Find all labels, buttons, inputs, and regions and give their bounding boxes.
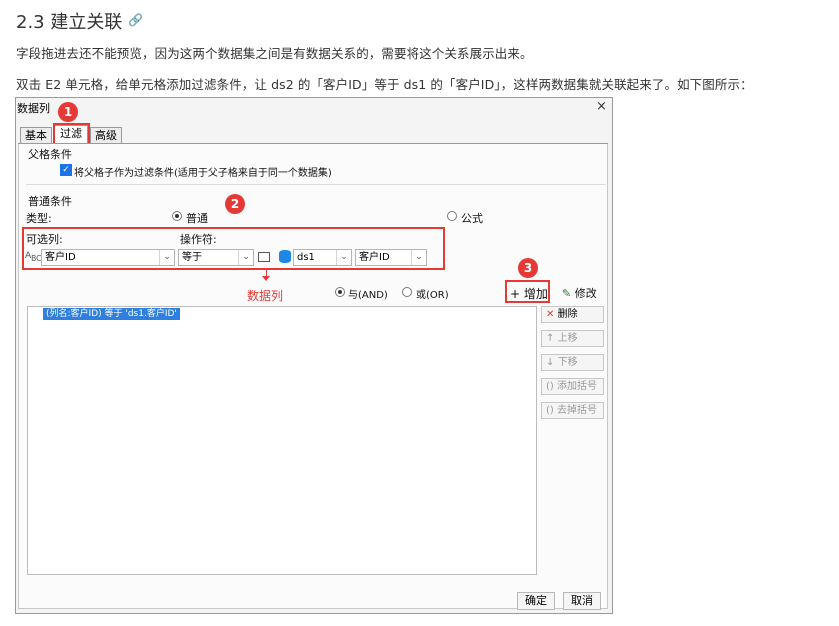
dataset-select[interactable]: ds1 ⌄ (293, 249, 352, 266)
value-type-icon[interactable] (258, 252, 270, 262)
link-icon[interactable]: 🔗 (128, 13, 143, 27)
operator-select-value: 等于 (182, 252, 202, 263)
column-select[interactable]: 客户ID ⌄ (41, 249, 175, 266)
text-type-icon: ABC (25, 251, 42, 263)
logic-and-label: 与(AND) (348, 290, 388, 301)
type-normal-label: 普通 (186, 212, 208, 225)
chevron-down-icon: ⌄ (159, 250, 174, 265)
operator-select[interactable]: 等于 ⌄ (178, 249, 254, 266)
annotation-label: 数据列 (247, 289, 284, 303)
tab-basic[interactable]: 基本 (20, 127, 52, 143)
type-formula-label: 公式 (461, 212, 483, 225)
normal-condition-title: 普通条件 (28, 195, 72, 208)
close-icon[interactable]: × (596, 100, 607, 113)
type-formula-radio[interactable] (447, 211, 457, 221)
section-divider (26, 184, 606, 185)
delete-icon: ✕ (546, 309, 555, 320)
parent-condition-title: 父格条件 (28, 148, 72, 161)
field-select-value: 客户ID (359, 252, 390, 263)
condition-list-item[interactable]: (列名:客户ID) 等于 'ds1.客户ID' (43, 308, 180, 320)
chevron-down-icon: ⌄ (238, 250, 253, 265)
dataset-select-value: ds1 (297, 252, 315, 263)
plus-icon: + (510, 287, 521, 301)
annotation-arrow-head (262, 276, 270, 281)
field-select[interactable]: 客户ID ⌄ (355, 249, 427, 266)
paragraph-1: 字段拖进去还不能预览，因为这两个数据集之间是有数据关系的，需要将这个关系展示出来… (16, 46, 533, 61)
remove-bracket-icon: () (546, 405, 554, 416)
delete-button-label: 删除 (557, 309, 578, 320)
dialog-title: 数据列 (17, 102, 50, 115)
bracket-icon: () (546, 381, 554, 392)
tab-advanced[interactable]: 高级 (90, 127, 122, 143)
filter-tab-highlight (53, 123, 90, 145)
column-select-value: 客户ID (45, 252, 76, 263)
add-bracket-button-label: 添加括号 (557, 381, 597, 392)
section-heading: 2.3 建立关联 (16, 12, 123, 33)
delete-button[interactable]: ✕ 删除 (541, 306, 604, 323)
remove-bracket-button[interactable]: () 去掉括号 (541, 402, 604, 419)
add-bracket-button[interactable]: () 添加括号 (541, 378, 604, 395)
cancel-button[interactable]: 取消 (563, 592, 601, 610)
move-up-button-label: 上移 (557, 333, 578, 344)
move-down-button[interactable]: ↓ 下移 (541, 354, 604, 371)
logic-and-radio[interactable] (335, 287, 345, 297)
add-button[interactable]: + 增加 (510, 285, 548, 302)
logic-or-radio[interactable] (402, 287, 412, 297)
ok-button[interactable]: 确定 (517, 592, 555, 610)
logic-or-label: 或(OR) (416, 290, 449, 301)
arrow-down-icon: ↓ (546, 357, 555, 368)
paragraph-2: 双击 E2 单元格，给单元格添加过滤条件，让 ds2 的「客户ID」等于 ds1… (16, 77, 753, 92)
badge-2: 2 (225, 194, 245, 214)
arrow-up-icon: ↑ (546, 333, 555, 344)
modify-button[interactable]: ✎ 修改 (562, 285, 597, 301)
operator-label: 操作符: (180, 233, 217, 246)
database-icon (279, 250, 291, 263)
move-down-button-label: 下移 (557, 357, 578, 368)
remove-bracket-button-label: 去掉括号 (557, 405, 597, 416)
chevron-down-icon: ⌄ (411, 250, 426, 265)
move-up-button[interactable]: ↑ 上移 (541, 330, 604, 347)
available-column-label: 可选列: (26, 233, 63, 246)
edit-icon: ✎ (562, 287, 572, 300)
badge-3: 3 (518, 258, 538, 278)
add-button-label: 增加 (523, 287, 548, 301)
modify-button-label: 修改 (574, 287, 597, 300)
type-label: 类型: (26, 212, 52, 225)
badge-1: 1 (58, 102, 78, 122)
parent-filter-label: 将父格子作为过滤条件(适用于父子格来自于同一个数据集) (74, 168, 332, 179)
type-normal-radio[interactable] (172, 211, 182, 221)
condition-list[interactable] (27, 306, 537, 575)
chevron-down-icon: ⌄ (336, 250, 351, 265)
parent-filter-checkbox[interactable]: ✓ (60, 164, 72, 176)
